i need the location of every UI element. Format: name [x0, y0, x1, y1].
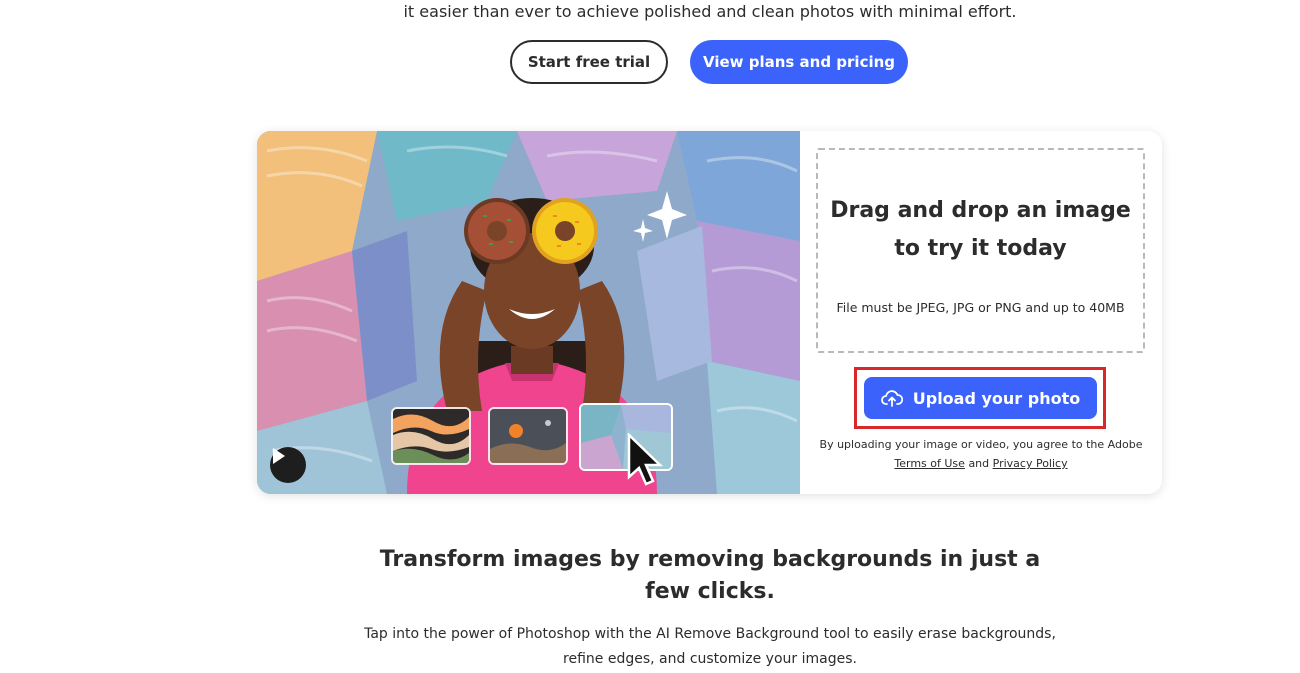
intro-text: it easier than ever to achieve polished … — [403, 2, 1017, 21]
upload-photo-button[interactable]: Upload your photo — [864, 377, 1097, 419]
cloud-upload-icon — [880, 390, 903, 407]
privacy-policy-link[interactable]: Privacy Policy — [993, 457, 1068, 470]
thumbnail-space[interactable] — [488, 407, 568, 465]
view-plans-button[interactable]: View plans and pricing — [690, 40, 908, 84]
start-free-trial-button[interactable]: Start free trial — [510, 40, 668, 84]
hero-image — [257, 131, 800, 494]
sparkle-icon — [633, 191, 687, 242]
upload-photo-label: Upload your photo — [912, 388, 1081, 408]
terms-of-use-link[interactable]: Terms of Use — [894, 457, 965, 470]
play-button[interactable] — [270, 447, 306, 483]
drop-title-line-1: Drag and drop an image — [830, 198, 1131, 223]
legal-and: and — [968, 457, 990, 470]
legal-notice: By uploading your image or video, you ag… — [800, 435, 1162, 473]
thumbnail-swirl[interactable] — [391, 407, 471, 465]
upload-panel: Drag and drop an image to try it today F… — [800, 131, 1162, 494]
play-icon — [273, 448, 285, 464]
cta-row: Start free trial View plans and pricing — [0, 40, 1300, 86]
section-title: Transform images by removing backgrounds… — [379, 547, 1041, 604]
drop-zone[interactable]: Drag and drop an image to try it today F… — [816, 148, 1145, 353]
legal-links-line: Terms of Use and Privacy Policy — [800, 454, 1162, 473]
legal-prefix: By uploading your image or video, you ag… — [819, 438, 1143, 451]
file-requirements-note: File must be JPEG, JPG or PNG and up to … — [836, 300, 1125, 315]
drop-zone-title: Drag and drop an image to try it today — [818, 192, 1143, 268]
try-it-card: Drag and drop an image to try it today F… — [257, 131, 1162, 494]
drop-title-line-2: to try it today — [894, 236, 1067, 261]
section-description: Tap into the power of Photoshop with the… — [364, 626, 1056, 667]
